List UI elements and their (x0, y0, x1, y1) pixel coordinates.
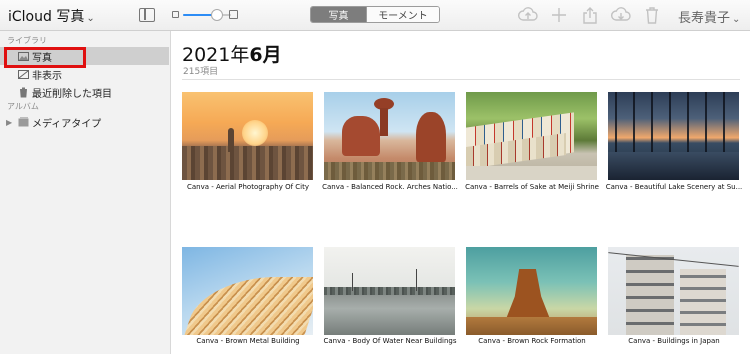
month-name: 6月 (249, 44, 282, 66)
albums-section-header: アルバム (7, 102, 39, 111)
user-menu[interactable]: 長寿貴子 ⌄ (678, 7, 740, 26)
zoom-in-icon[interactable] (229, 10, 238, 19)
photo-thumbnail[interactable] (466, 247, 597, 335)
photo-thumbnail[interactable] (608, 92, 739, 180)
folder-icon (18, 117, 29, 128)
photo-caption: Canva - Balanced Rock. Arches Natio... (322, 183, 458, 191)
sidebar-item-label: 写真 (32, 52, 52, 64)
sidebar-item-photos[interactable]: 写真 (0, 47, 169, 65)
add-icon[interactable] (543, 4, 574, 26)
sidebar-item-media-types[interactable]: ▶ メディアタイプ (0, 113, 170, 131)
segment-photos[interactable]: 写真 (311, 7, 366, 22)
app-name: iCloud (8, 9, 52, 25)
chevron-down-icon: ⌄ (86, 13, 95, 24)
app-section: 写真 (56, 9, 85, 25)
photo-thumbnail[interactable] (466, 92, 597, 180)
photo-caption: Canva - Aerial Photography Of City (186, 183, 310, 191)
sidebar-item-recently-deleted[interactable]: 最近削除した項目 (0, 83, 170, 101)
hidden-icon (18, 69, 29, 80)
toolbar: iCloud 写真 ⌄ 写真 モーメント 長寿貴子 ⌄ (0, 0, 750, 31)
library-section-header: ライブラリ (7, 36, 47, 45)
photo-caption: Canva - Brown Rock Formation (478, 337, 586, 345)
photo-thumbnail[interactable] (182, 247, 313, 335)
sidebar-item-label: メディアタイプ (32, 118, 102, 130)
trash-icon (18, 87, 29, 98)
toolbar-actions (512, 4, 667, 26)
photo-caption: Canva - Buildings in Japan (628, 337, 720, 345)
zoom-out-icon[interactable] (172, 11, 179, 18)
photo-thumbnail[interactable] (182, 92, 313, 180)
month-heading: 2021年6月 (182, 40, 282, 67)
zoom-slider-knob[interactable] (210, 9, 223, 21)
chevron-down-icon: ⌄ (732, 14, 741, 25)
photo-caption: Canva - Body Of Water Near Buildings (323, 337, 457, 345)
photo-caption: Canva - Barrels of Sake at Meiji Shrine (465, 183, 599, 191)
photo-caption: Canva - Brown Metal Building (196, 337, 300, 345)
photo-caption: Canva - Beautiful Lake Scenery at Su... (605, 183, 743, 191)
photos-icon (18, 51, 29, 62)
expand-arrow-icon[interactable]: ▶ (6, 118, 18, 127)
month-year: 2021年 (182, 44, 250, 66)
share-icon[interactable] (574, 4, 605, 26)
user-name: 長寿貴子 (678, 11, 731, 26)
photo-thumbnail[interactable] (608, 247, 739, 335)
upload-icon[interactable] (512, 4, 543, 26)
photo-grid-area: 2021年6月 215項目 Canva - Aerial Photography… (172, 31, 750, 354)
sidebar: ライブラリ 写真 非表示 最近削除した項目 アルバム ▶ メディアタイプ (0, 31, 171, 354)
sidebar-item-label: 非表示 (32, 70, 62, 82)
view-segmented-control: 写真 モーメント (310, 6, 440, 23)
segment-moments[interactable]: モーメント (366, 7, 439, 22)
zoom-slider[interactable] (183, 9, 231, 21)
sidebar-item-label: 最近削除した項目 (32, 88, 112, 100)
sidebar-item-hidden[interactable]: 非表示 (0, 65, 170, 83)
trash-icon[interactable] (636, 4, 667, 26)
photo-thumbnail[interactable] (324, 92, 455, 180)
download-icon[interactable] (605, 4, 636, 26)
item-count: 215項目 (183, 67, 219, 77)
divider (182, 79, 740, 80)
photo-thumbnail[interactable] (324, 247, 455, 335)
sidebar-toggle-icon[interactable] (139, 8, 155, 22)
app-switcher[interactable]: iCloud 写真 ⌄ (8, 6, 95, 26)
